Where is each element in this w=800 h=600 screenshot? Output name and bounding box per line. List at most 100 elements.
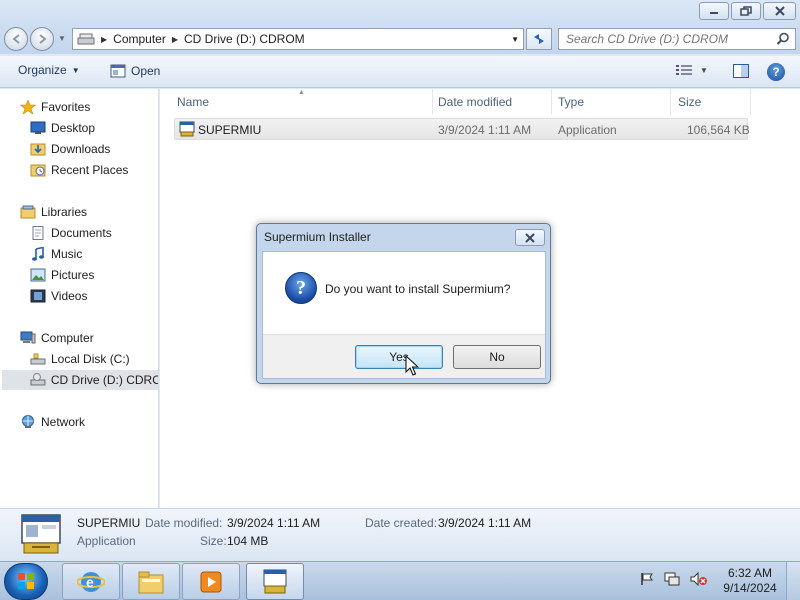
nav-libraries[interactable]: Libraries	[20, 205, 87, 219]
nav-local-disk[interactable]: Local Disk (C:)	[30, 352, 130, 366]
nav-favorites[interactable]: Favorites	[20, 100, 90, 114]
nav-recent-places[interactable]: Recent Places	[30, 163, 128, 177]
chevron-down-icon: ▼	[71, 65, 80, 75]
file-date-modified: 3/9/2024 1:11 AM	[438, 123, 532, 137]
address-bar[interactable]: ▶ Computer ▶ CD Drive (D:) CDROM ▼	[72, 28, 524, 50]
details-file-name: SUPERMIU	[77, 516, 141, 530]
view-list-icon	[676, 65, 692, 75]
installer-icon	[263, 569, 287, 593]
breadcrumb-separator: ▶	[171, 34, 178, 44]
column-header-name[interactable]: Name	[177, 95, 209, 109]
open-label: Open	[131, 64, 161, 78]
nav-desktop[interactable]: Desktop	[30, 121, 95, 135]
maximize-button[interactable]	[731, 2, 761, 20]
breadcrumb-computer[interactable]: Computer	[113, 32, 166, 46]
clock-time: 6:32 AM	[727, 566, 773, 580]
desktop-icon	[30, 121, 46, 134]
nav-cd-drive[interactable]: CD Drive (D:) CDROM	[2, 370, 158, 390]
file-row[interactable]: SUPERMIU 3/9/2024 1:11 AM Application 10…	[174, 118, 750, 140]
nav-cd-drive-label: CD Drive (D:) CDROM	[50, 373, 158, 387]
nav-videos[interactable]: Videos	[30, 289, 87, 303]
pictures-icon	[30, 268, 46, 282]
nav-computer-label: Computer	[41, 331, 94, 345]
column-divider[interactable]	[432, 89, 433, 115]
file-size: 106,564 KB	[687, 123, 750, 137]
nav-pictures-label: Pictures	[51, 268, 95, 282]
computer-icon	[20, 331, 36, 344]
search-box[interactable]	[558, 28, 796, 50]
search-icon[interactable]	[776, 32, 790, 46]
installer-dialog: Supermium Installer ? Do you want to ins…	[256, 223, 551, 384]
column-header-date-modified[interactable]: Date modified	[438, 95, 512, 109]
taskbar-clock[interactable]: 6:32 AM 9/14/2024	[722, 566, 778, 596]
nav-recent-places-label: Recent Places	[51, 163, 129, 177]
command-bar: Organize ▼ Open ▼ ?	[0, 56, 800, 88]
system-tray	[640, 572, 708, 586]
nav-music[interactable]: Music	[30, 247, 82, 261]
taskbar-explorer[interactable]	[122, 563, 180, 600]
taskbar-supermium-installer[interactable]	[246, 563, 304, 600]
navigation-pane: Favorites Desktop Downloads Recent Place…	[0, 89, 159, 508]
address-dropdown-icon[interactable]: ▼	[511, 35, 519, 44]
yes-button[interactable]: Yes	[355, 345, 443, 369]
back-arrow-icon	[12, 34, 20, 44]
nav-documents-label: Documents	[51, 226, 112, 240]
recent-pages-dropdown[interactable]: ▼	[58, 34, 66, 43]
nav-downloads[interactable]: Downloads	[30, 142, 110, 156]
no-button[interactable]: No	[453, 345, 541, 369]
libraries-icon	[20, 205, 36, 219]
back-button[interactable]	[4, 27, 28, 51]
dialog-body: ? Do you want to install Supermium? Yes …	[262, 251, 546, 379]
chevron-down-icon: ▼	[700, 65, 708, 75]
star-icon	[20, 100, 36, 114]
address-row: ▼ ▶ Computer ▶ CD Drive (D:) CDROM ▼	[0, 24, 800, 54]
local-disk-icon	[30, 353, 46, 365]
music-icon	[32, 247, 44, 261]
mouse-pointer-icon	[405, 355, 419, 376]
organize-button[interactable]: Organize ▼	[18, 63, 80, 77]
volume-muted-icon[interactable]	[690, 572, 708, 586]
nav-documents[interactable]: Documents	[30, 226, 112, 240]
question-icon: ?	[285, 272, 317, 304]
folder-icon	[138, 571, 164, 593]
column-divider[interactable]	[670, 89, 671, 115]
help-button[interactable]: ?	[767, 63, 785, 81]
application-icon	[110, 64, 126, 78]
dialog-content: ? Do you want to install Supermium?	[263, 252, 545, 334]
nav-pictures[interactable]: Pictures	[30, 268, 94, 282]
column-divider[interactable]	[750, 89, 751, 115]
taskbar-internet-explorer[interactable]: e	[62, 563, 120, 600]
nav-computer[interactable]: Computer	[20, 331, 94, 345]
forward-button[interactable]	[30, 27, 54, 51]
preview-pane-button[interactable]	[733, 64, 749, 81]
taskbar-media-player[interactable]	[182, 563, 240, 600]
action-center-flag-icon[interactable]	[640, 572, 654, 586]
refresh-button[interactable]	[526, 28, 552, 50]
network-status-icon[interactable]	[664, 572, 680, 586]
column-header-size[interactable]: Size	[678, 95, 701, 109]
nav-network[interactable]: Network	[20, 415, 85, 429]
search-input[interactable]	[559, 29, 769, 49]
breadcrumb-separator: ▶	[101, 34, 108, 44]
show-desktop-button[interactable]	[786, 562, 800, 600]
details-pane: SUPERMIU Date modified: 3/9/2024 1:11 AM…	[0, 508, 800, 561]
svg-text:e: e	[86, 574, 94, 590]
column-header-type[interactable]: Type	[558, 95, 584, 109]
windows-logo-icon	[18, 573, 34, 589]
installer-large-icon	[21, 514, 61, 554]
start-button[interactable]	[4, 563, 48, 600]
breadcrumb-cd-drive[interactable]: CD Drive (D:) CDROM	[184, 32, 305, 46]
close-window-button[interactable]	[763, 2, 796, 20]
nav-music-label: Music	[51, 247, 83, 261]
dialog-close-button[interactable]	[515, 229, 545, 246]
change-view-button[interactable]: ▼	[676, 64, 708, 76]
column-divider[interactable]	[551, 89, 552, 115]
open-button[interactable]: Open	[110, 63, 160, 79]
minimize-button[interactable]	[699, 2, 729, 20]
file-name: SUPERMIU	[198, 123, 262, 137]
window-titlebar	[0, 0, 800, 24]
network-icon	[22, 415, 34, 428]
details-date-modified: 3/9/2024 1:11 AM	[227, 516, 321, 530]
dialog-message: Do you want to install Supermium?	[325, 282, 511, 296]
details-size-label: Size:	[200, 534, 227, 548]
